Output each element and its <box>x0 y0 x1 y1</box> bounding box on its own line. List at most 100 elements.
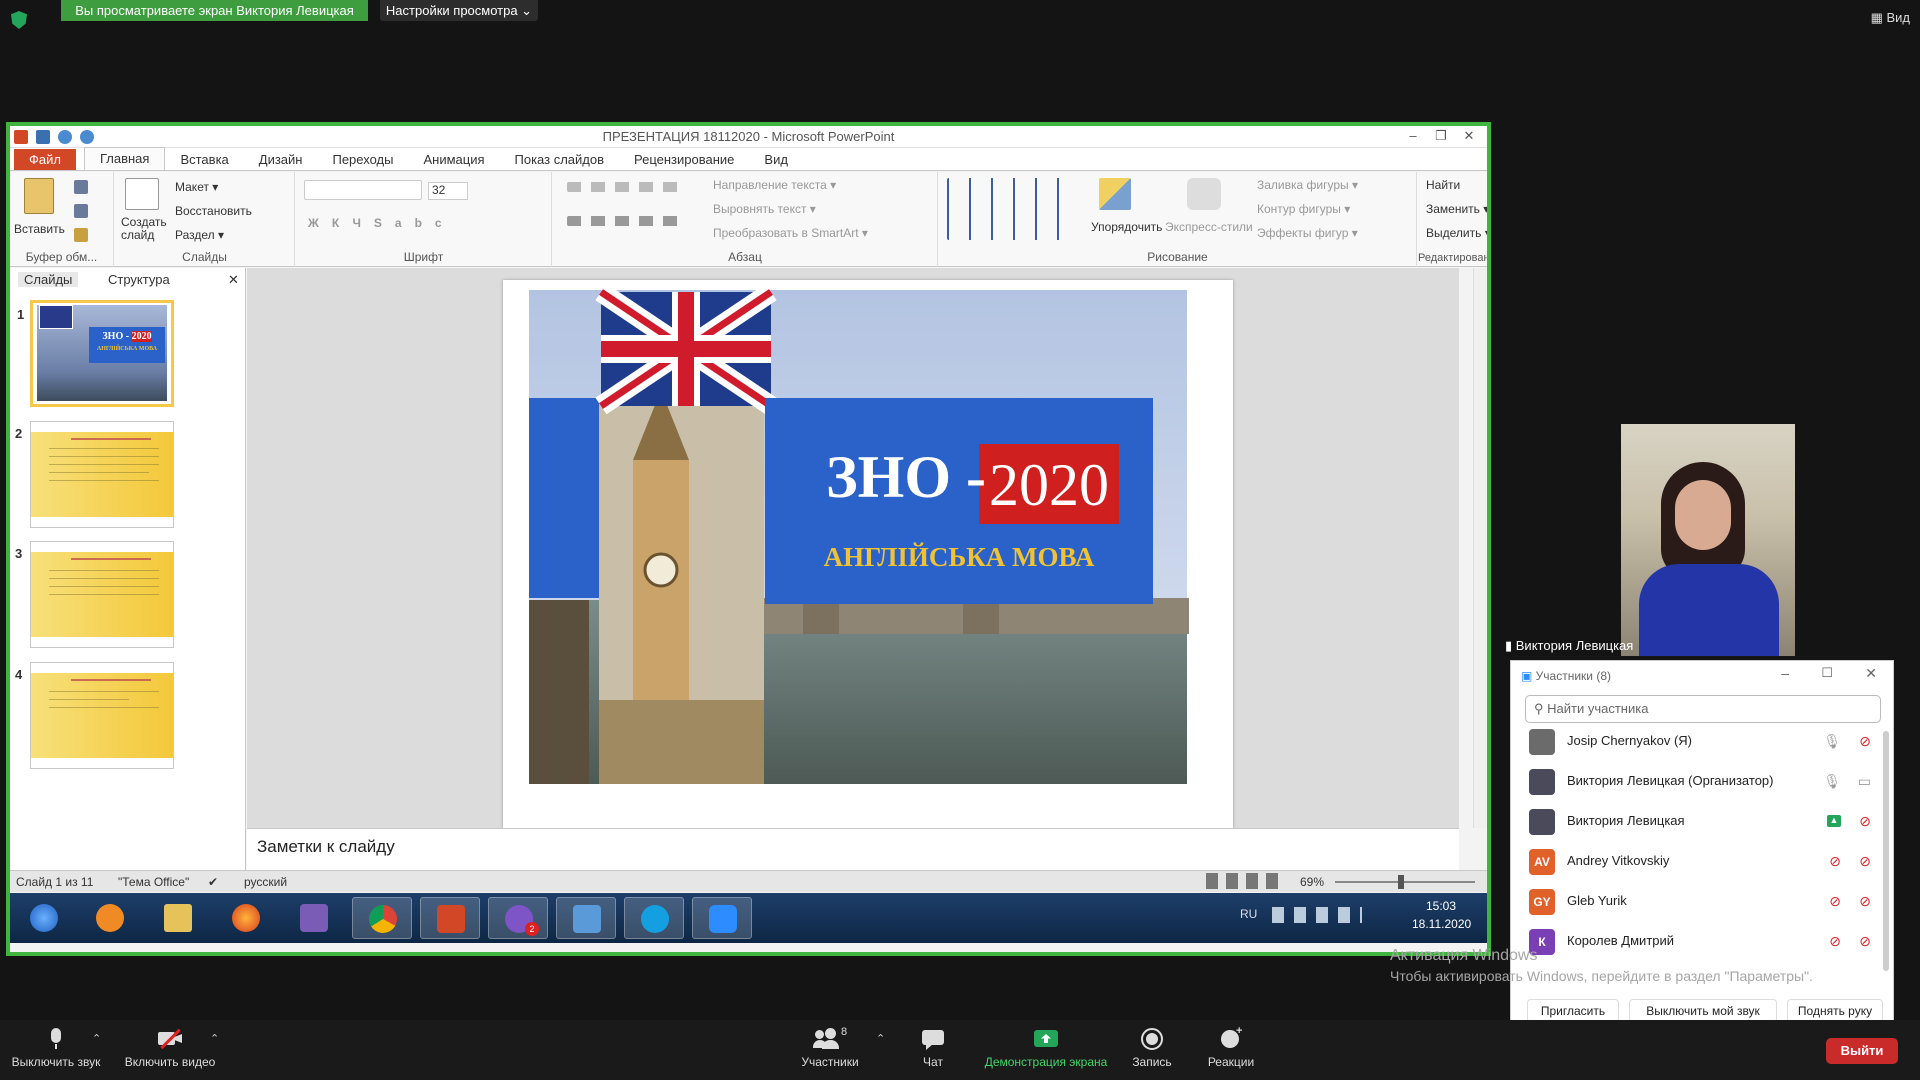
select-button[interactable]: Выделить ▾ <box>1426 226 1487 240</box>
microphone-muted-icon[interactable]: ⊘ <box>1829 853 1841 870</box>
cut-icon[interactable] <box>74 180 88 194</box>
minimize-button[interactable]: – <box>1399 127 1427 145</box>
shape-effects-button[interactable]: Эффекты фигур ▾ <box>1257 226 1358 240</box>
arrange-button[interactable]: Упорядочить <box>1091 220 1162 234</box>
panel-close-button[interactable]: ✕ <box>1865 665 1877 682</box>
microphone-muted-icon[interactable]: ⊘ <box>1829 893 1841 910</box>
microphone-icon[interactable]: 🎙 <box>1823 773 1841 790</box>
zoom-slider[interactable] <box>1335 881 1475 883</box>
audio-options-chevron-icon[interactable]: ⌃ <box>92 1032 101 1045</box>
paste-icon[interactable] <box>24 178 54 214</box>
slide-scrollbar[interactable] <box>1473 268 1487 828</box>
taskbar-viber[interactable]: 2 <box>488 897 548 939</box>
start-button[interactable] <box>14 897 74 939</box>
tab-insert[interactable]: Вставка <box>165 149 243 170</box>
tab-design[interactable]: Дизайн <box>244 149 318 170</box>
view-buttons[interactable] <box>1206 873 1286 889</box>
spellcheck-icon[interactable]: ✔ <box>208 875 218 889</box>
participant-row[interactable]: Виктория Левицкая ▲ ⊘ <box>1511 801 1893 841</box>
participant-row[interactable]: AV Andrey Vitkovskiy ⊘ ⊘ <box>1511 841 1893 881</box>
font-name-select[interactable] <box>304 180 422 200</box>
taskbar-chrome[interactable] <box>352 897 412 939</box>
slide-thumbnail-4[interactable]: 4 <box>15 662 174 769</box>
align-buttons-icon[interactable] <box>567 216 687 226</box>
participants-chevron-icon[interactable]: ⌃ <box>876 1032 885 1045</box>
align-text-button[interactable]: Выровнять текст ▾ <box>713 202 816 216</box>
zoom-level[interactable]: 69% <box>1300 875 1324 889</box>
tab-slides[interactable]: Слайды <box>18 272 79 287</box>
shape-fill-button[interactable]: Заливка фигуры ▾ <box>1257 178 1358 192</box>
quick-styles-button[interactable]: Экспресс-стили <box>1165 220 1253 234</box>
taskbar-media-player[interactable] <box>80 897 140 939</box>
maximize-button[interactable]: ❐ <box>1427 127 1455 145</box>
format-painter-icon[interactable] <box>74 228 88 242</box>
security-shield-icon[interactable] <box>11 11 27 29</box>
arrange-icon[interactable] <box>1099 178 1131 210</box>
keyboard-language[interactable]: RU <box>1240 907 1257 921</box>
find-button[interactable]: Найти <box>1426 178 1460 192</box>
camera-off-icon[interactable]: ⊘ <box>1859 853 1871 870</box>
zoom-slider-thumb[interactable] <box>1398 875 1404 889</box>
close-button[interactable]: ✕ <box>1455 127 1483 145</box>
tab-file[interactable]: Файл <box>14 149 76 170</box>
view-options-button[interactable]: Настройки просмотра ⌄ <box>380 0 538 21</box>
microphone-muted-icon[interactable]: ⊘ <box>1829 933 1841 950</box>
panel-minimize-button[interactable]: – <box>1781 665 1789 681</box>
quick-styles-icon[interactable] <box>1187 178 1221 210</box>
paste-button[interactable]: Вставить <box>14 222 65 236</box>
camera-icon[interactable]: ▭ <box>1858 773 1871 790</box>
current-slide[interactable]: ЗНО - 2020 АНГЛІЙСЬКА МОВА <box>503 280 1233 828</box>
panel-popout-button[interactable]: ☐ <box>1821 665 1833 681</box>
tab-transitions[interactable]: Переходы <box>317 149 408 170</box>
section-button[interactable]: Раздел ▾ <box>175 228 224 242</box>
view-button[interactable]: ▦ Вид <box>1871 10 1910 26</box>
mute-button[interactable]: Выключить звук <box>8 1028 104 1069</box>
taskbar-app[interactable] <box>556 897 616 939</box>
replace-button[interactable]: Заменить ▾ <box>1426 202 1487 216</box>
layout-button[interactable]: Макет ▾ <box>175 180 218 194</box>
participant-search-input[interactable]: ⚲ Найти участника <box>1525 695 1881 723</box>
text-direction-button[interactable]: Направление текста ▾ <box>713 178 836 192</box>
smartart-button[interactable]: Преобразовать в SmartArt ▾ <box>713 226 868 240</box>
new-slide-button[interactable]: Создать слайд <box>121 216 167 242</box>
chat-button[interactable]: Чат <box>908 1028 958 1069</box>
taskbar-explorer[interactable] <box>148 897 208 939</box>
tab-review[interactable]: Рецензирование <box>619 149 749 170</box>
video-options-chevron-icon[interactable]: ⌃ <box>210 1032 219 1045</box>
copy-icon[interactable] <box>74 204 88 218</box>
camera-off-icon[interactable]: ⊘ <box>1859 813 1871 830</box>
tray-icons[interactable] <box>1272 907 1362 923</box>
taskbar-firefox[interactable] <box>216 897 276 939</box>
taskbar-vs[interactable] <box>284 897 344 939</box>
participants-scrollbar[interactable] <box>1883 731 1889 971</box>
participant-row[interactable]: Josip Chernyakov (Я) 🎙 ⊘ <box>1511 721 1893 761</box>
camera-off-icon[interactable]: ⊘ <box>1859 733 1871 750</box>
tab-animation[interactable]: Анимация <box>408 149 499 170</box>
taskbar-powerpoint[interactable] <box>420 897 480 939</box>
participant-row[interactable]: GY Gleb Yurik ⊘ ⊘ <box>1511 881 1893 921</box>
taskbar-skype[interactable] <box>624 897 684 939</box>
shape-outline-button[interactable]: Контур фигуры ▾ <box>1257 202 1350 216</box>
participant-row[interactable]: Виктория Левицкая (Организатор) 🎙 ▭ <box>1511 761 1893 801</box>
record-button[interactable]: Запись <box>1124 1028 1180 1069</box>
start-video-button[interactable]: Включить видео <box>120 1028 220 1069</box>
close-pane-icon[interactable]: ✕ <box>228 272 239 288</box>
participants-button[interactable]: 8 Участники <box>790 1026 870 1069</box>
new-slide-icon[interactable] <box>125 178 159 210</box>
slide-notes[interactable]: Заметки к слайду <box>247 828 1459 870</box>
reactions-button[interactable]: + Реакции <box>1198 1025 1264 1069</box>
tab-view[interactable]: Вид <box>749 149 803 170</box>
share-screen-button[interactable]: Демонстрация экрана <box>976 1028 1116 1069</box>
leave-button[interactable]: Выйти <box>1826 1038 1898 1064</box>
slide-thumbnail-2[interactable]: 2 <box>15 421 174 528</box>
tab-outline[interactable]: Структура <box>108 272 170 287</box>
microphone-icon[interactable]: 🎙 <box>1823 733 1841 750</box>
camera-off-icon[interactable]: ⊘ <box>1859 893 1871 910</box>
slide-thumbnail-3[interactable]: 3 <box>15 541 174 648</box>
list-buttons-icon[interactable] <box>567 182 687 192</box>
taskbar-zoom[interactable] <box>692 897 752 939</box>
slide-thumbnail-1[interactable]: 1 ЗНО - 2020 АНГЛІЙСЬКА МОВА <box>17 300 174 407</box>
reset-button[interactable]: Восстановить <box>175 204 252 218</box>
tab-home[interactable]: Главная <box>83 147 166 170</box>
tab-slideshow[interactable]: Показ слайдов <box>500 149 620 170</box>
